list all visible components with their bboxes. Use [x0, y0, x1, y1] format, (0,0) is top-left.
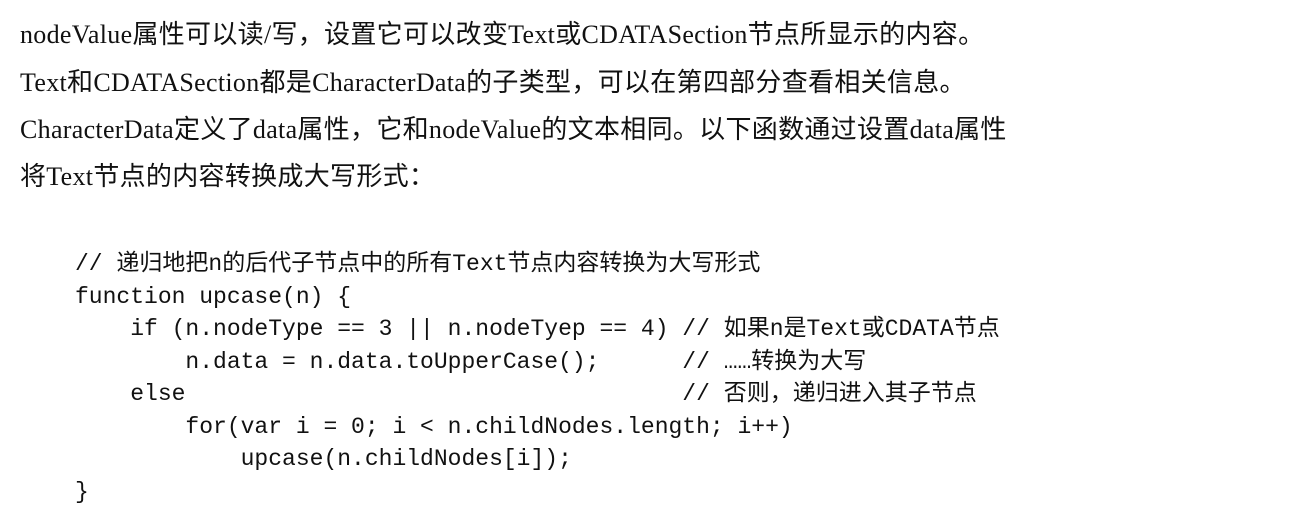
code-line: if (n.nodeType == 3 || n.nodeTyep == 4) …: [75, 316, 1000, 342]
code-line: else // 否则，递归进入其子节点: [75, 381, 977, 407]
code-block: // 递归地把n的后代子节点中的所有Text节点内容转换为大写形式 functio…: [75, 248, 1000, 508]
code-line: function upcase(n) {: [75, 283, 352, 310]
code-line: }: [75, 478, 89, 505]
code-line: // 递归地把n的后代子节点中的所有Text节点内容转换为大写形式: [75, 251, 761, 277]
paragraph-line-2: Text和CDATASection都是CharacterData的子类型，可以在…: [20, 68, 966, 97]
code-line: n.data = n.data.toUpperCase(); // ……转换为大…: [75, 348, 867, 375]
code-line: upcase(n.childNodes[i]);: [75, 446, 572, 472]
paragraph-line-3: CharacterData定义了data属性，它和nodeValue的文本相同。…: [20, 115, 1007, 144]
code-line: for(var i = 0; i < n.childNodes.length; …: [75, 413, 793, 440]
paragraph-line-1: nodeValue属性可以读/写，设置它可以改变Text或CDATASectio…: [20, 20, 985, 49]
paragraph-line-4: 将Text节点的内容转换成大写形式：: [20, 162, 436, 191]
